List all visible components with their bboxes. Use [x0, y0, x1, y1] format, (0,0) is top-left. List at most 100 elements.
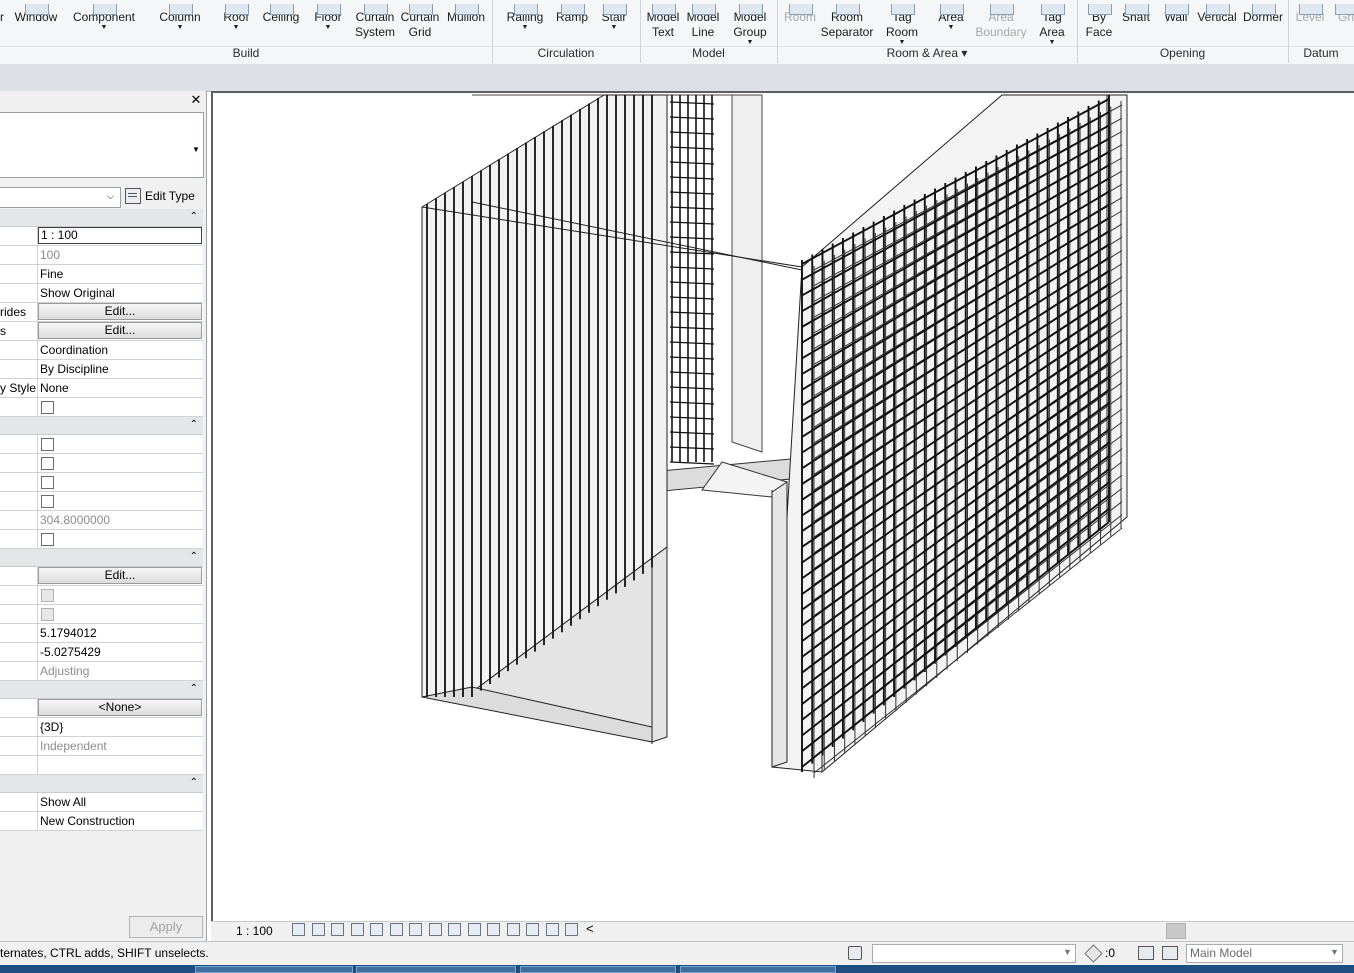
temporary-view-properties-icon[interactable] [487, 923, 500, 936]
rebar-tie [669, 341, 715, 345]
property-value[interactable]: Coordination [38, 341, 202, 359]
property-row [0, 492, 203, 511]
property-value[interactable]: 5.1794012 [38, 624, 202, 642]
collapse-group-icon[interactable]: ⌃ [190, 550, 198, 564]
taskbar-button[interactable] [356, 966, 516, 973]
property-name: s [0, 322, 38, 340]
property-value[interactable]: None [38, 379, 202, 397]
property-input[interactable]: 1 : 100 [38, 227, 202, 244]
ribbon-button-component[interactable]: Component ▼ [64, 4, 144, 31]
property-row: Show All [0, 793, 203, 812]
show-crop-icon[interactable] [409, 923, 422, 936]
worksharing-display-icon[interactable] [545, 923, 559, 936]
active-model-dropdown[interactable]: Main Model [1186, 944, 1343, 963]
collapse-group-icon[interactable]: ⌃ [190, 210, 198, 224]
property-edit-button[interactable]: Edit... [38, 567, 202, 584]
highlight-displacement-icon[interactable] [526, 923, 539, 936]
taskbar-button[interactable] [680, 966, 836, 973]
close-icon[interactable]: ✕ [189, 93, 203, 107]
property-checkbox[interactable] [41, 401, 54, 414]
property-edit-button[interactable]: Edit... [38, 303, 202, 320]
property-checkbox[interactable] [41, 533, 54, 546]
property-group-header[interactable]: ⌃ [0, 681, 203, 699]
dropdown-arrow-icon[interactable]: ▼ [485, 24, 565, 31]
crop-view-icon[interactable] [389, 923, 403, 936]
property-value[interactable] [38, 756, 202, 774]
property-group-header[interactable]: ⌃ [0, 209, 203, 227]
collapse-group-icon[interactable]: ⌃ [190, 682, 198, 696]
design-options-icon[interactable] [1162, 946, 1178, 960]
property-edit-button[interactable]: <None> [38, 699, 202, 716]
horizontal-scrollbar[interactable] [1166, 923, 1186, 939]
edit-type-button[interactable]: Edit Type [125, 186, 203, 206]
ribbon-panel-datum: Datum [1303, 46, 1339, 60]
property-name [0, 737, 38, 755]
property-value[interactable]: -5.0275429 [38, 643, 202, 661]
property-checkbox[interactable] [41, 457, 54, 470]
show-analytical-model-icon[interactable] [506, 923, 520, 936]
type-selector[interactable] [0, 112, 204, 178]
property-name [0, 511, 38, 529]
ribbon-button-label: Group [733, 25, 767, 39]
ribbon-button-grid[interactable]: Gri [1306, 4, 1354, 25]
dropdown-arrow-icon[interactable]: ▼ [196, 24, 276, 31]
column-icon [169, 4, 193, 15]
apply-button[interactable]: Apply [129, 916, 203, 938]
taskbar-button[interactable] [195, 966, 353, 973]
reveal-hidden-icon[interactable] [467, 923, 481, 936]
chevron-down-icon[interactable]: ⌵ [107, 191, 114, 202]
property-name [0, 435, 38, 453]
instance-filter-dropdown[interactable] [0, 187, 121, 208]
sun-path-icon[interactable] [331, 923, 344, 936]
constraints-icon[interactable] [565, 923, 578, 936]
property-value[interactable]: Show Original [38, 284, 202, 302]
dropdown-arrow-icon[interactable]: ▼ [64, 24, 144, 31]
property-name [0, 341, 38, 359]
workset-dropdown[interactable] [872, 944, 1076, 963]
ribbon-panel-model: Model [692, 46, 725, 60]
3d-view-canvas[interactable] [211, 91, 1354, 923]
rebar-model-drawing[interactable] [213, 93, 1354, 923]
collapse-icon[interactable]: < [586, 921, 594, 936]
view-scale-label[interactable]: 1 : 100 [236, 924, 273, 938]
property-checkbox[interactable] [41, 476, 54, 489]
chevron-down-icon[interactable]: ▼ [1063, 947, 1072, 957]
property-name [0, 284, 38, 302]
property-row: New Construction [0, 812, 203, 831]
shadows-icon[interactable] [350, 923, 364, 936]
collapse-group-icon[interactable]: ⌃ [190, 776, 198, 790]
property-name: rides [0, 303, 38, 321]
taskbar-button[interactable] [520, 966, 676, 973]
detail-level-icon[interactable] [292, 923, 305, 936]
property-edit-button[interactable]: Edit... [38, 322, 202, 339]
property-value[interactable]: New Construction [38, 812, 202, 830]
property-row [0, 586, 203, 605]
workset-icon[interactable] [848, 946, 862, 960]
property-row: {3D} [0, 718, 203, 737]
properties-grid: ⌃ 1 : 100 100 Fine Show Original rides Edit...… [0, 209, 203, 831]
temporary-hide-icon[interactable] [448, 923, 461, 936]
editing-requests-icon[interactable] [1138, 946, 1154, 960]
property-group-header[interactable]: ⌃ [0, 775, 203, 793]
ribbon-panel-room-area[interactable]: Room & Area ▾ [777, 46, 1077, 60]
unlock-3d-icon[interactable] [428, 923, 442, 936]
chevron-down-icon[interactable]: ▼ [1330, 947, 1339, 957]
property-row: -5.0275429 [0, 643, 203, 662]
property-checkbox[interactable] [41, 495, 54, 508]
property-value[interactable]: {3D} [38, 718, 202, 736]
render-icon[interactable] [370, 923, 383, 936]
property-checkbox[interactable] [41, 438, 54, 451]
property-row: <None> [0, 699, 203, 718]
visual-style-icon[interactable] [311, 923, 325, 936]
collapse-group-icon[interactable]: ⌃ [190, 418, 198, 432]
property-value[interactable]: Fine [38, 265, 202, 283]
property-value[interactable]: Show All [38, 793, 202, 811]
property-name [0, 756, 38, 774]
property-checkbox [41, 589, 54, 602]
property-group-header[interactable]: ⌃ [0, 417, 203, 435]
property-group-header[interactable]: ⌃ [0, 549, 203, 567]
chevron-down-icon[interactable]: ▼ [192, 145, 200, 154]
property-value: 304.8000000 [40, 513, 111, 527]
rebar-tie [669, 461, 715, 465]
property-value[interactable]: By Discipline [38, 360, 202, 378]
